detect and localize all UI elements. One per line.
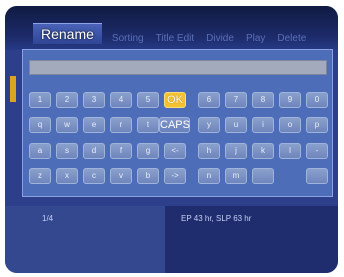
key-ok[interactable]: OK xyxy=(164,92,186,108)
key-1[interactable]: 1 xyxy=(29,92,51,108)
selection-marker xyxy=(10,76,16,102)
key-o[interactable]: o xyxy=(279,117,301,133)
key-u[interactable]: u xyxy=(225,117,247,133)
key-t[interactable]: t xyxy=(137,117,159,133)
tab-title-edit[interactable]: Title Edit xyxy=(150,33,201,44)
key-blank-3-9[interactable] xyxy=(306,168,328,184)
tab-divide[interactable]: Divide xyxy=(200,33,240,44)
key-6[interactable]: 6 xyxy=(198,92,220,108)
name-input-field[interactable] xyxy=(29,60,327,75)
tab-sorting[interactable]: Sorting xyxy=(106,33,150,44)
tab-rename[interactable]: Rename xyxy=(33,23,102,44)
key-2[interactable]: 2 xyxy=(56,92,78,108)
key-i[interactable]: i xyxy=(252,117,274,133)
key-9[interactable]: 9 xyxy=(279,92,301,108)
key-m[interactable]: m xyxy=(225,168,247,184)
key-x[interactable]: x xyxy=(56,168,78,184)
key-e[interactable]: e xyxy=(83,117,105,133)
key-j[interactable]: j xyxy=(225,143,247,159)
tv-screen: Rename Sorting Title Edit Divide Play De… xyxy=(0,0,344,277)
key-dash[interactable]: - xyxy=(306,143,328,159)
key-d[interactable]: d xyxy=(83,143,105,159)
info-panel-left xyxy=(5,206,165,273)
key-n[interactable]: n xyxy=(198,168,220,184)
key-y[interactable]: y xyxy=(198,117,220,133)
menu-tabs: Rename Sorting Title Edit Divide Play De… xyxy=(33,20,312,44)
key-w[interactable]: w xyxy=(56,117,78,133)
key-g[interactable]: g xyxy=(137,143,159,159)
key-r[interactable]: r xyxy=(110,117,132,133)
key-a[interactable]: a xyxy=(29,143,51,159)
key-b[interactable]: b xyxy=(137,168,159,184)
key-3[interactable]: 3 xyxy=(83,92,105,108)
key-v[interactable]: v xyxy=(110,168,132,184)
key-8[interactable]: 8 xyxy=(252,92,274,108)
key-f[interactable]: f xyxy=(110,143,132,159)
key-s[interactable]: s xyxy=(56,143,78,159)
key-0[interactable]: 0 xyxy=(306,92,328,108)
rename-keyboard-dialog: 1 2 3 4 5 OK 6 7 8 9 0 q w e r t CAPS y u i o p a s d f g <- h j k l - z x… xyxy=(22,49,333,197)
key-blank-3-8[interactable] xyxy=(252,168,274,184)
key-forward[interactable]: -> xyxy=(164,168,186,184)
key-backspace[interactable]: <- xyxy=(164,143,186,159)
key-q[interactable]: q xyxy=(29,117,51,133)
tab-play[interactable]: Play xyxy=(240,33,271,44)
key-c[interactable]: c xyxy=(83,168,105,184)
key-k[interactable]: k xyxy=(252,143,274,159)
recording-time-info: EP 43 hr, SLP 63 hr xyxy=(181,214,252,223)
key-p[interactable]: p xyxy=(306,117,328,133)
key-l[interactable]: l xyxy=(279,143,301,159)
key-4[interactable]: 4 xyxy=(110,92,132,108)
key-z[interactable]: z xyxy=(29,168,51,184)
key-h[interactable]: h xyxy=(198,143,220,159)
key-5[interactable]: 5 xyxy=(137,92,159,108)
key-7[interactable]: 7 xyxy=(225,92,247,108)
page-indicator: 1/4 xyxy=(42,214,54,223)
key-caps[interactable]: CAPS xyxy=(159,117,190,133)
menu-header: Rename Sorting Title Edit Divide Play De… xyxy=(5,6,338,50)
tab-delete[interactable]: Delete xyxy=(271,33,312,44)
